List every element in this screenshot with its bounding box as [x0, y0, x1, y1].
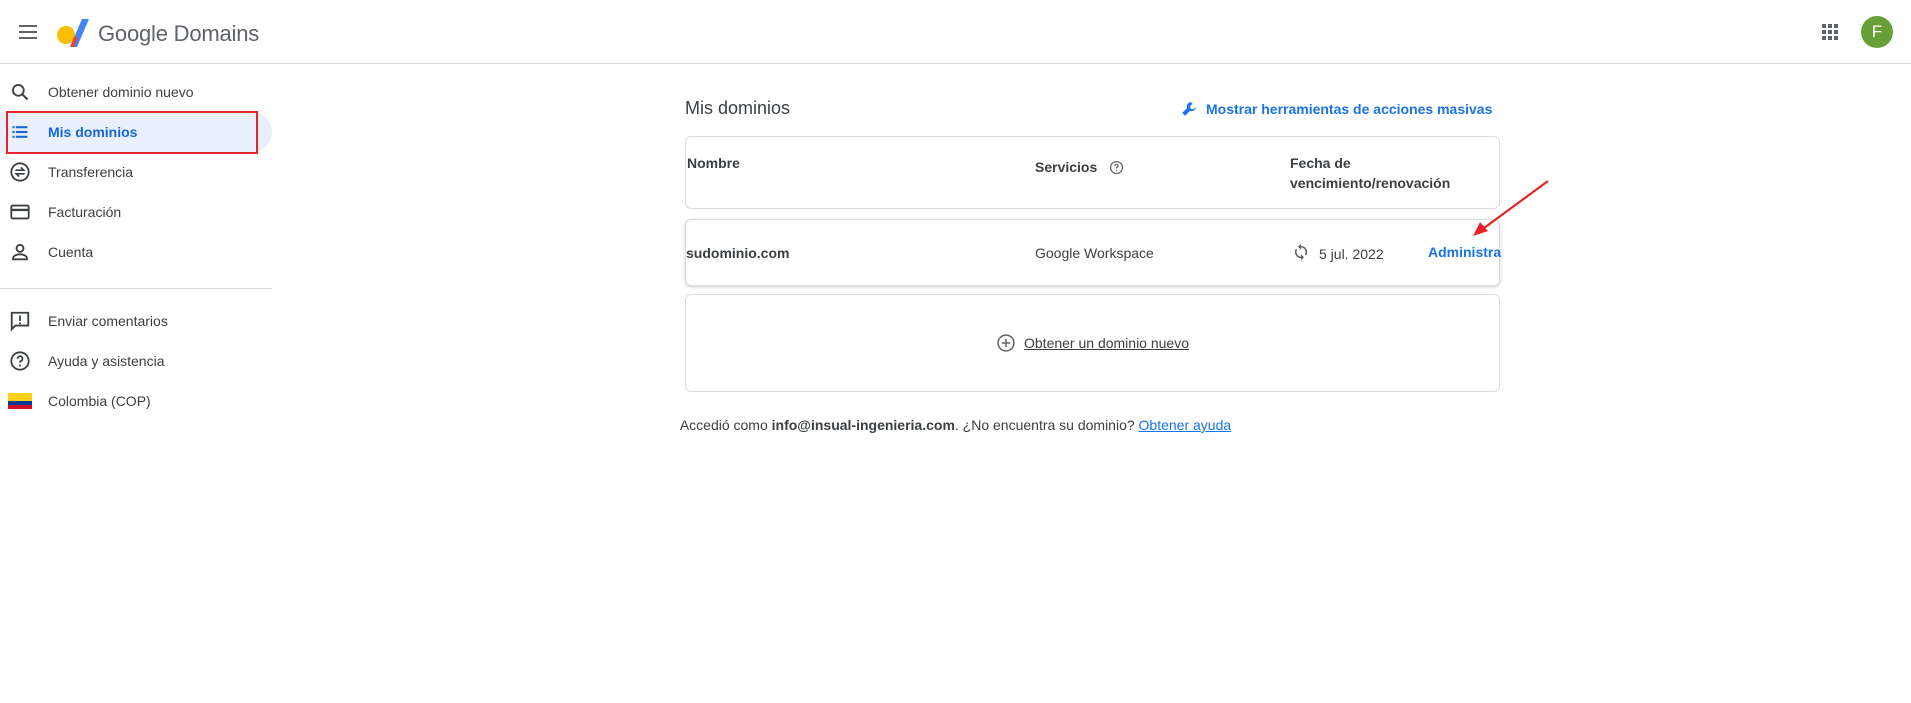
transfer-icon — [8, 160, 32, 184]
annotation-arrow-icon — [1473, 180, 1549, 236]
brand-domains: Domains — [173, 21, 260, 46]
bulk-actions-label: Mostrar herramientas de acciones masivas — [1206, 101, 1493, 117]
footer-middle: . ¿No encuentra su dominio? — [954, 417, 1135, 433]
credit-card-icon — [8, 200, 32, 224]
footer-text: Accedió como info@insual-ingenieria.com.… — [0, 417, 1911, 433]
feedback-icon — [8, 309, 32, 333]
google-domains-logo-icon — [56, 18, 90, 48]
page-title: Mis dominios — [685, 98, 791, 118]
sidebar: Obtener dominio nuevo Mis dominios Trans… — [0, 72, 272, 421]
sidebar-item-my-domains[interactable]: Mis dominios — [0, 112, 272, 152]
colombia-flag-icon — [8, 389, 32, 413]
sidebar-item-label: Enviar comentarios — [48, 313, 168, 329]
table-header: Nombre Servicios Fecha de vencimiento/re… — [685, 136, 1500, 209]
sidebar-item-label: Mis dominios — [48, 124, 138, 140]
sidebar-item-help[interactable]: Ayuda y asistencia — [0, 341, 272, 381]
sidebar-item-label: Obtener dominio nuevo — [48, 84, 194, 100]
help-icon — [8, 349, 32, 373]
renew-icon — [1292, 243, 1310, 266]
sidebar-item-label: Transferencia — [48, 164, 134, 180]
service-name: Google Workspace — [1035, 245, 1154, 261]
manage-link[interactable]: Administra — [1428, 244, 1501, 260]
list-icon — [8, 120, 32, 144]
column-header-expiry-line2: vencimiento/renovación — [1290, 175, 1451, 191]
new-domain-card[interactable]: Obtener un dominio nuevo — [685, 294, 1500, 392]
add-circle-icon — [997, 334, 1015, 352]
new-domain-link[interactable]: Obtener un dominio nuevo — [996, 333, 1189, 353]
domain-name[interactable]: sudominio.com — [686, 245, 789, 261]
sidebar-item-feedback[interactable]: Enviar comentarios — [0, 301, 272, 341]
new-domain-label: Obtener un dominio nuevo — [1024, 335, 1189, 351]
sidebar-item-billing[interactable]: Facturación — [0, 192, 272, 232]
column-header-expiry: Fecha de — [1290, 155, 1351, 171]
sidebar-item-label: Cuenta — [48, 244, 94, 260]
brand-name[interactable]: Google Domains — [98, 21, 259, 47]
sidebar-item-label: Ayuda y asistencia — [48, 353, 165, 369]
search-icon — [8, 80, 32, 104]
top-app-bar: Google Domains F — [0, 0, 1911, 64]
sidebar-item-transfer[interactable]: Transferencia — [0, 152, 272, 192]
person-icon — [8, 240, 32, 264]
sidebar-item-label: Facturación — [48, 204, 122, 220]
brand-google: Google — [98, 21, 168, 46]
footer-email: info@insual-ingenieria.com — [771, 417, 955, 433]
bulk-actions-button[interactable]: Mostrar herramientas de acciones masivas — [1180, 100, 1492, 118]
sidebar-item-account[interactable]: Cuenta — [0, 232, 272, 272]
menu-icon[interactable] — [16, 20, 40, 44]
sidebar-item-country[interactable]: Colombia (COP) — [0, 381, 272, 421]
sidebar-item-get-domain[interactable]: Obtener dominio nuevo — [0, 72, 272, 112]
expiry-date: 5 jul. 2022 — [1319, 246, 1384, 262]
column-header-name: Nombre — [687, 155, 740, 171]
avatar[interactable]: F — [1861, 16, 1893, 48]
apps-grid-icon[interactable] — [1818, 20, 1842, 44]
sidebar-divider — [0, 288, 272, 289]
help-link[interactable]: Obtener ayuda — [1139, 417, 1232, 433]
table-row[interactable]: sudominio.com Google Workspace 5 jul. 20… — [685, 219, 1501, 286]
footer-prefix: Accedió como — [679, 417, 768, 433]
info-icon[interactable] — [1109, 160, 1124, 180]
wrench-icon — [1182, 102, 1196, 116]
column-header-services: Servicios — [1035, 159, 1098, 175]
sidebar-item-label: Colombia (COP) — [48, 393, 151, 409]
